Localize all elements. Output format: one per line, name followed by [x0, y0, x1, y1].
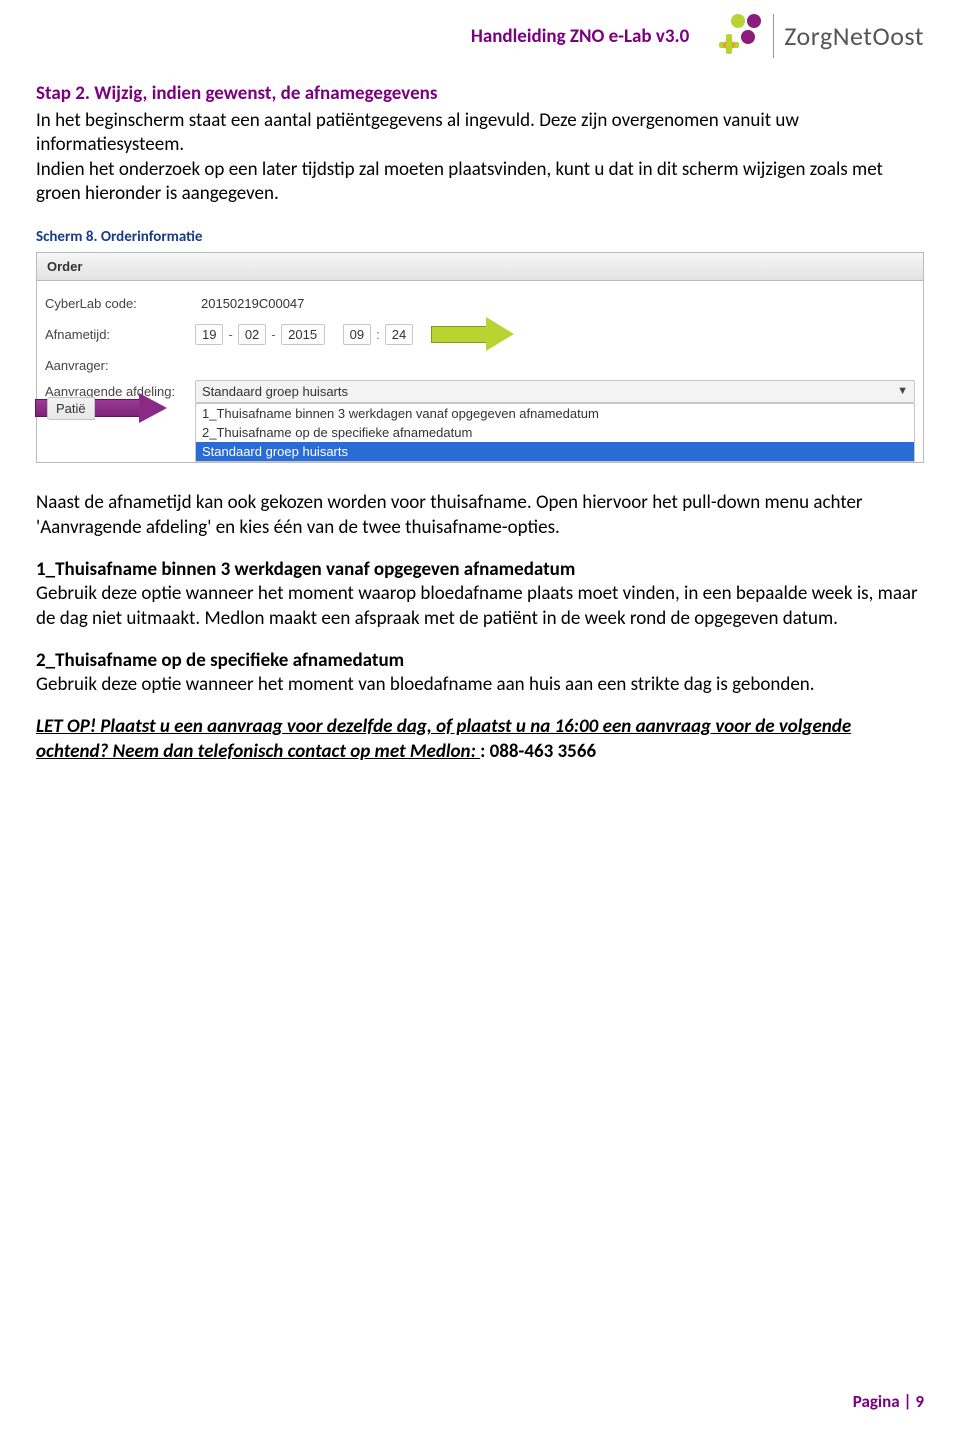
date-year[interactable]: 2015 — [281, 324, 325, 345]
afdeling-select[interactable]: Standaard groep huisarts ▼ — [195, 380, 915, 403]
value-cyberlab: 20150219C00047 — [195, 294, 915, 313]
label-aanvrager: Aanvrager: — [45, 358, 195, 373]
dropdown-option[interactable]: 1_Thuisafname binnen 3 werkdagen vanaf o… — [196, 404, 914, 423]
order-screenshot: Order CyberLab code: 20150219C00047 Afna… — [36, 252, 924, 463]
letop-text: LET OP! Plaatst u een aanvraag voor deze… — [36, 715, 851, 762]
row-cyberlab: CyberLab code: 20150219C00047 — [45, 291, 915, 315]
figure-caption: Scherm 8. Orderinformatie — [36, 228, 924, 246]
p4: Gebruik deze optie wanneer het moment wa… — [36, 582, 924, 631]
h-thuis1: 1_Thuisafname binnen 3 werkdagen vanaf o… — [36, 558, 924, 582]
dropdown-option[interactable]: 2_Thuisafname op de specifieke afnamedat… — [196, 423, 914, 442]
logo-icon — [719, 14, 763, 58]
datetime-group: 19 - 02 - 2015 09 : 24 — [195, 317, 915, 351]
page-header: Handleiding ZNO e-Lab v3.0 ZorgNetOost — [36, 14, 924, 58]
green-arrow-icon — [431, 317, 521, 351]
brand-logo: ZorgNetOost — [719, 14, 924, 58]
brand-name: ZorgNetOost — [784, 20, 924, 52]
chevron-down-icon: ▼ — [897, 385, 908, 397]
row-aanvrager: Aanvrager: — [45, 353, 915, 377]
step-heading: Stap 2. Wijzig, indien gewenst, de afnam… — [36, 82, 924, 105]
label-afnametijd: Afnametijd: — [45, 327, 195, 342]
purple-arrow-icon — [35, 393, 173, 423]
h-thuis2: 2_Thuisafname op de specifieke afnamedat… — [36, 649, 924, 673]
row-aanvragende: Aanvragende afdeling: Standaard groep hu… — [45, 379, 915, 403]
intro-p2: Indien het onderzoek op een later tijdst… — [36, 158, 924, 207]
page-footer: Pagina | 9 — [853, 1391, 924, 1412]
letop-phone: : 088-463 3566 — [480, 740, 596, 763]
time-hour[interactable]: 09 — [343, 324, 371, 345]
p3: Naast de afnametijd kan ook gekozen word… — [36, 491, 924, 540]
afdeling-dropdown[interactable]: 1_Thuisafname binnen 3 werkdagen vanaf o… — [195, 403, 915, 462]
letop: LET OP! Plaatst u een aanvraag voor deze… — [36, 715, 924, 764]
doc-title: Handleiding ZNO e-Lab v3.0 — [471, 25, 689, 48]
time-min[interactable]: 24 — [385, 324, 413, 345]
date-day[interactable]: 19 — [195, 324, 223, 345]
date-month[interactable]: 02 — [238, 324, 266, 345]
row-afnametijd: Afnametijd: 19 - 02 - 2015 09 : 24 — [45, 317, 915, 351]
order-bar: Order — [37, 253, 923, 281]
p5: Gebruik deze optie wanneer het moment va… — [36, 673, 924, 697]
intro-p1: In het beginscherm staat een aantal pati… — [36, 109, 924, 158]
dropdown-option-selected[interactable]: Standaard groep huisarts — [196, 442, 914, 461]
label-cyberlab: CyberLab code: — [45, 296, 195, 311]
select-value: Standaard groep huisarts — [202, 384, 348, 399]
